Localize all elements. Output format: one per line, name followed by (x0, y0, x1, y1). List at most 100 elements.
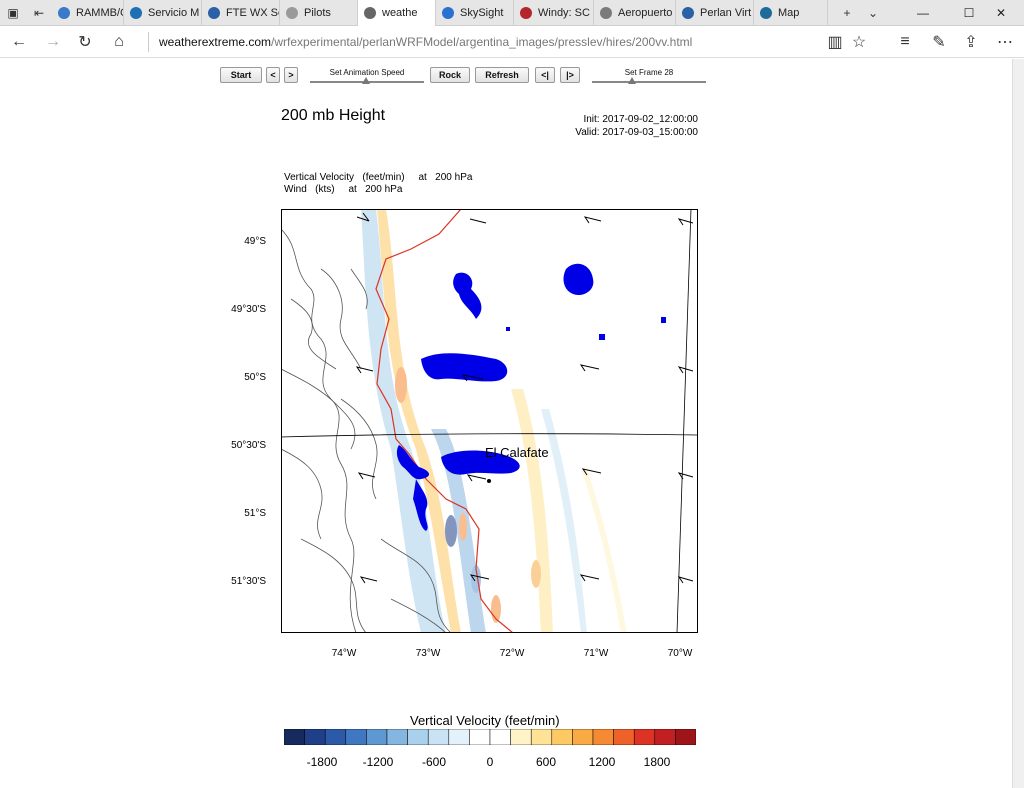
colorbar-swatch (592, 729, 614, 745)
browser-tab[interactable]: Aeropuerto (594, 0, 676, 26)
browser-tab[interactable]: SkySight (436, 0, 514, 26)
colorbar-swatch (675, 729, 696, 745)
browser-tab[interactable]: FTE WX Sc (202, 0, 280, 26)
set-aside-tabs-icon[interactable]: ⇤ (26, 0, 52, 25)
tab-label: Servicio M (148, 7, 200, 19)
browser-tab[interactable]: Pilots (280, 0, 358, 26)
page-scrollbar[interactable] (1012, 59, 1024, 788)
colorbar-swatch (407, 729, 429, 745)
hub-icon[interactable]: ≡ (892, 30, 918, 54)
tab-actions-icon[interactable]: ▣ (0, 0, 26, 25)
tab-label: Windy: SC (538, 7, 590, 19)
tab-label: Map (778, 7, 800, 19)
tab-favicon-icon (130, 7, 142, 19)
init-time: Init: 2017-09-02_12:00:00 (583, 114, 698, 125)
browser-tab[interactable]: Windy: SC (514, 0, 594, 26)
last-frame-button[interactable]: |> (560, 67, 580, 83)
start-button[interactable]: Start (220, 67, 262, 83)
field-description: Vertical Velocity (feet/min) at 200 hPa W… (284, 172, 472, 196)
plot-title: 200 mb Height (281, 107, 386, 124)
colorbar-tick-label: 1200 (588, 755, 616, 769)
colorbar-swatch (304, 729, 326, 745)
tab-label: weathe (382, 7, 418, 19)
colorbar-swatch (510, 729, 532, 745)
colorbar-swatch (427, 729, 450, 745)
refresh-button[interactable]: Refresh (475, 67, 529, 83)
notes-icon[interactable]: ✎ (926, 30, 952, 54)
animation-speed-label: Set Animation Speed (329, 68, 405, 77)
tab-favicon-icon (442, 7, 454, 19)
colorbar-swatch (551, 729, 573, 745)
latitude-label: 49°30'S (231, 304, 266, 315)
slider-thumb[interactable] (362, 77, 370, 84)
colorbar-tick-label: -1200 (362, 755, 394, 769)
latitude-label: 49°S (244, 236, 266, 247)
init-valid-times: Init: 2017-09-02_12:00:00 Valid: 2017-09… (575, 113, 698, 139)
page-content: Start < > Set Animation Speed Rock Refre… (0, 59, 1012, 788)
next-frame-button[interactable]: > (284, 67, 298, 83)
tab-label: RAMMB/C (76, 7, 124, 19)
address-bar: ← → ↻ ⌂ weatherextreme.com/wrfexperiment… (0, 26, 1024, 58)
more-icon[interactable]: ⋯ (992, 30, 1018, 54)
share-icon[interactable]: ⇪ (958, 30, 984, 54)
reading-view-icon[interactable]: ▥ (822, 30, 848, 54)
prev-frame-button[interactable]: < (266, 67, 280, 83)
tab-preview-icon[interactable]: ⌄ (860, 0, 886, 25)
home-icon[interactable]: ⌂ (106, 30, 132, 54)
minimize-icon[interactable]: — (900, 0, 946, 26)
colorbar-swatch (469, 729, 491, 745)
colorbar-swatch (654, 729, 676, 745)
latitude-label: 50°S (244, 372, 266, 383)
tab-label: FTE WX Sc (226, 7, 280, 19)
colorbar-swatch (633, 729, 656, 745)
valid-time: Valid: 2017-09-03_15:00:00 (575, 127, 698, 138)
colorbar-swatch (613, 729, 635, 745)
tab-favicon-icon (760, 7, 772, 19)
colorbar-tick-label: -1800 (306, 755, 338, 769)
set-frame-label: Set Frame 28 (624, 68, 674, 77)
browser-tab[interactable]: weathe (358, 0, 436, 26)
back-icon[interactable]: ← (6, 30, 32, 54)
tab-favicon-icon (286, 7, 298, 19)
new-tab-icon[interactable]: + (834, 0, 860, 25)
colorbar-swatch (366, 729, 388, 745)
tab-favicon-icon (682, 7, 694, 19)
browser-tab[interactable]: Map (754, 0, 828, 26)
colorbar-tick-label: 1800 (643, 755, 671, 769)
animation-speed-slider[interactable]: Set Animation Speed (310, 67, 424, 87)
rock-button[interactable]: Rock (430, 67, 470, 83)
forward-icon[interactable]: → (40, 30, 66, 54)
tab-favicon-icon (364, 7, 376, 19)
colorbar-tick-label: 600 (535, 755, 557, 769)
tab-bar: ▣ ⇤ RAMMB/C Servicio M FTE WX Sc Pilots weat… (0, 0, 1024, 26)
longitude-label: 72°W (499, 648, 525, 659)
tab-favicon-icon (58, 7, 70, 19)
url-domain: weatherextreme.com (159, 35, 272, 49)
desc-wind: Wind (kts) at 200 hPa (284, 184, 403, 195)
place-label: El Calafate (485, 445, 549, 460)
tab-label: Aeropuerto (618, 7, 673, 19)
slider-thumb[interactable] (628, 77, 636, 84)
favorite-star-icon[interactable]: ☆ (846, 30, 872, 54)
refresh-icon[interactable]: ↻ (72, 30, 98, 54)
slider-track (592, 81, 706, 83)
weather-map: El Calafate (281, 209, 698, 633)
colorbar-swatch (572, 729, 594, 745)
frame-slider[interactable]: Set Frame 28 (592, 67, 706, 87)
desc-vv: Vertical Velocity (feet/min) at 200 hPa (284, 172, 473, 183)
colorbar-swatch (530, 729, 553, 745)
colorbar (284, 729, 696, 745)
longitude-label: 74°W (331, 648, 357, 659)
colorbar-title: Vertical Velocity (feet/min) (410, 713, 560, 728)
browser-tab[interactable]: RAMMB/C (52, 0, 124, 26)
colorbar-tick-label: -600 (421, 755, 447, 769)
latitude-label: 51°30'S (231, 576, 266, 587)
url-field[interactable]: weatherextreme.com/wrfexperimental/perla… (148, 32, 808, 52)
browser-tab[interactable]: Servicio M (124, 0, 202, 26)
first-frame-button[interactable]: <| (535, 67, 555, 83)
longitude-label: 70°W (667, 648, 693, 659)
close-icon[interactable]: ✕ (978, 0, 1024, 26)
tab-label: Perlan Virt (700, 7, 752, 19)
browser-tab[interactable]: Perlan Virt (676, 0, 754, 26)
colorbar-tick-label: 0 (486, 755, 494, 769)
